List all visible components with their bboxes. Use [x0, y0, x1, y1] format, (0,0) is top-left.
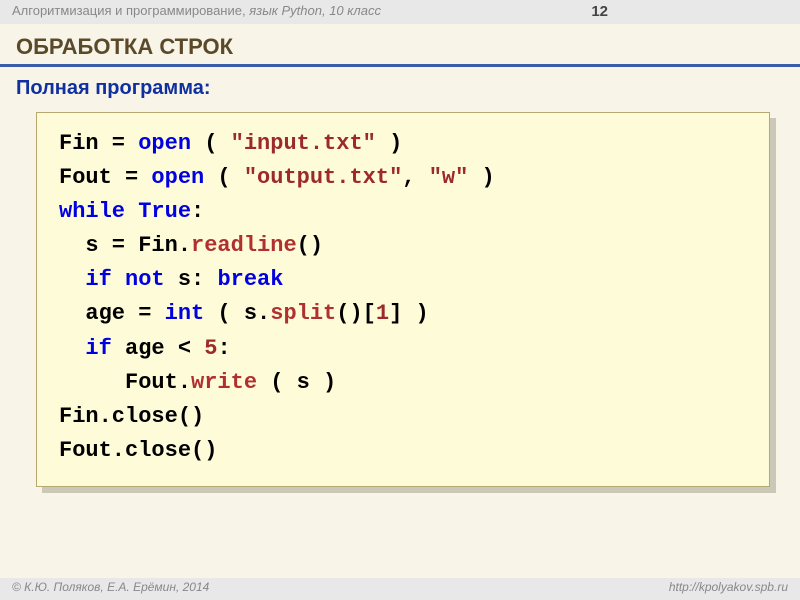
code-block: Fin = open ( "input.txt" ) Fout = open (… [36, 112, 770, 487]
footer-url: http://kpolyakov.spb.ru [669, 580, 788, 598]
code-content: Fin = open ( "input.txt" ) Fout = open (… [36, 112, 770, 487]
page-number: 12 [591, 3, 788, 21]
copyright-text: © К.Ю. Поляков, Е.А. Ерёмин, 2014 [12, 580, 209, 598]
course-title: Алгоритмизация и программирование, язык … [12, 3, 381, 21]
slide-footer: © К.Ю. Поляков, Е.А. Ерёмин, 2014 http:/… [0, 578, 800, 600]
subheading: Полная программа: [0, 73, 800, 108]
section-heading: Обработка строк [0, 24, 800, 67]
slide-header: Алгоритмизация и программирование, язык … [0, 0, 800, 24]
